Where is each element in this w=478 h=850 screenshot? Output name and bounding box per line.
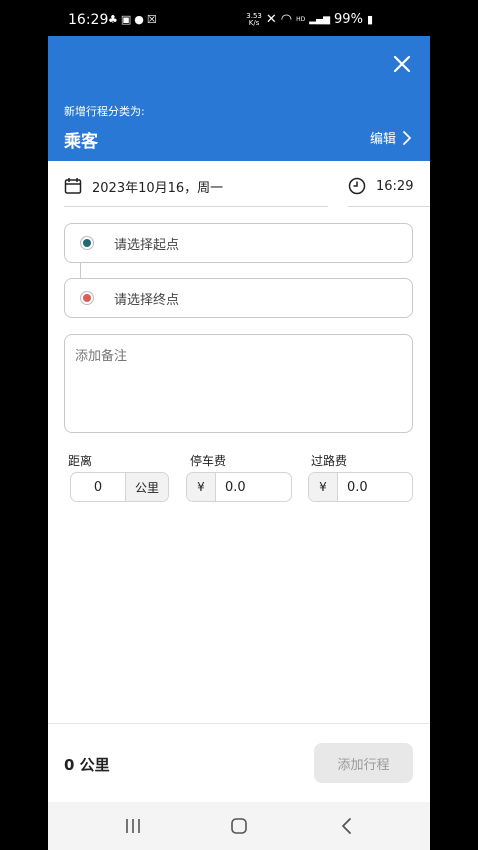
toll-fee-input[interactable]: ¥ 0.0	[308, 472, 413, 502]
distance-input[interactable]: 0 公里	[70, 472, 169, 502]
hd-icon: HD	[296, 16, 306, 23]
gallery-icon: ▣	[120, 13, 135, 26]
calendar-icon	[64, 178, 82, 194]
recent-apps-icon	[126, 819, 140, 833]
status-time: 16:29	[68, 12, 109, 28]
route-connector	[80, 263, 81, 278]
start-dot-icon	[80, 236, 94, 250]
app-icon-2: ☒	[146, 13, 160, 26]
edit-category-button[interactable]: 编辑	[370, 128, 414, 147]
network-speed: 3.53 K/s	[246, 11, 262, 27]
sheet-header: 新增行程分类为: 乘客 编辑	[48, 36, 430, 161]
chevron-right-icon	[403, 130, 411, 145]
battery-level: 99%	[334, 12, 363, 27]
distance-unit: 公里	[125, 473, 168, 501]
parking-fee-label: 停车费	[190, 454, 227, 468]
clock-icon	[348, 177, 366, 195]
time-picker[interactable]: 16:29	[348, 172, 430, 207]
distance-label: 距离	[68, 454, 93, 468]
toll-fee-value: 0.0	[347, 479, 368, 495]
edit-label: 编辑	[369, 132, 396, 147]
home-icon	[231, 818, 247, 834]
status-bar: 16:29 ♣▣●☒ 3.53 K/s ✕ ◠ HD ▂▄▆ 99% ▮	[0, 0, 478, 36]
time-value: 16:29	[376, 178, 414, 194]
close-button[interactable]	[390, 52, 414, 76]
end-location-placeholder: 请选择终点	[114, 292, 180, 308]
end-location-field[interactable]: 请选择终点	[64, 278, 413, 318]
wifi-icon: ◠	[280, 12, 293, 27]
note-input[interactable]	[64, 334, 413, 433]
sheet-footer: 0 公里 添加行程	[48, 723, 430, 802]
category-value: 乘客	[64, 132, 98, 152]
close-icon	[393, 55, 411, 73]
add-trip-button[interactable]: 添加行程	[314, 743, 413, 783]
toll-currency: ¥	[309, 473, 338, 501]
system-nav-bar	[48, 802, 430, 850]
category-label: 新增行程分类为:	[64, 105, 145, 118]
5g-signal-icon: ▂▄▆	[309, 14, 331, 25]
add-trip-sheet: 新增行程分类为: 乘客 编辑 2023年10月16，周一 16:29 请选择起点…	[48, 36, 430, 850]
distance-value: 0	[93, 479, 103, 495]
status-right: 3.53 K/s ✕ ◠ HD ▂▄▆ 99% ▮	[246, 12, 373, 27]
date-value: 2023年10月16，周一	[92, 180, 224, 196]
app-icon: ●	[134, 13, 147, 26]
total-distance: 0 公里	[64, 756, 110, 774]
start-location-field[interactable]: 请选择起点	[64, 223, 413, 263]
parking-fee-input[interactable]: ¥ 0.0	[186, 472, 292, 502]
toll-fee-label: 过路费	[311, 454, 348, 468]
recent-apps-button[interactable]	[123, 816, 143, 836]
end-dot-icon	[80, 291, 94, 305]
home-button[interactable]	[229, 816, 249, 836]
parking-currency: ¥	[187, 473, 216, 501]
date-picker[interactable]: 2023年10月16，周一	[64, 172, 328, 207]
back-icon	[342, 818, 351, 834]
parking-fee-value: 0.0	[225, 479, 246, 495]
back-button[interactable]	[337, 816, 357, 836]
mute-icon: ✕	[265, 12, 277, 27]
status-left-icons: ♣▣●☒	[108, 13, 160, 26]
notification-icon: ♣	[108, 13, 121, 26]
start-location-placeholder: 请选择起点	[114, 237, 180, 253]
battery-icon: ▮	[366, 13, 373, 26]
